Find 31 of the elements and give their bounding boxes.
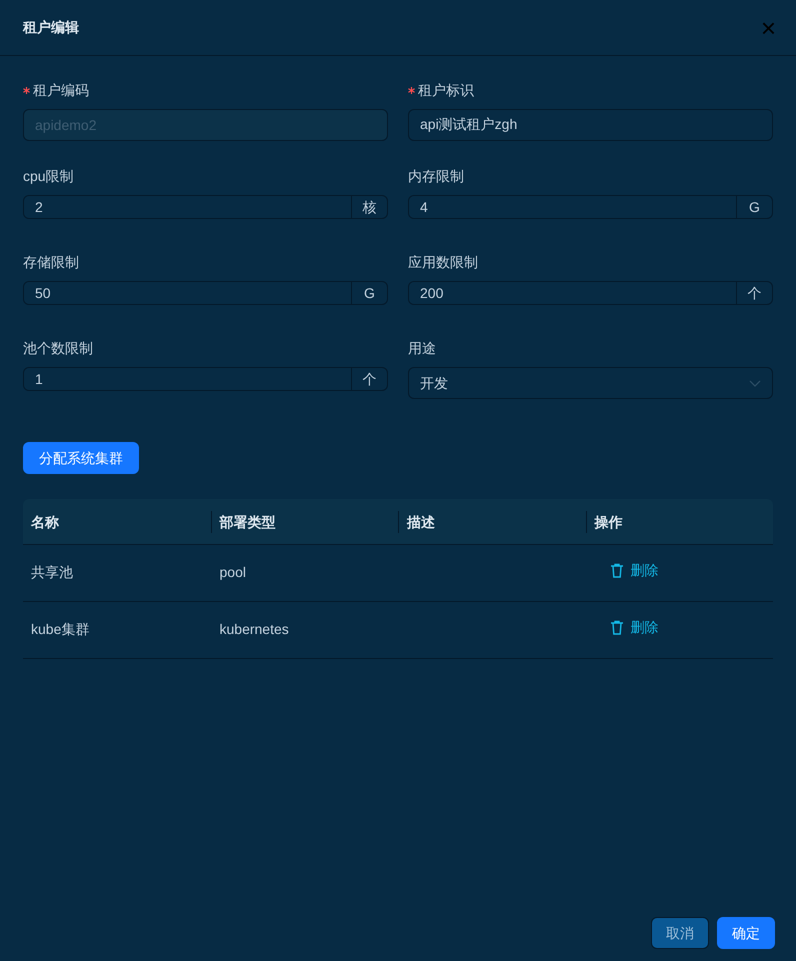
assign-cluster-button[interactable]: 分配系统集群 — [23, 442, 139, 474]
table-cell: kubernetes — [220, 621, 289, 637]
input-field[interactable]: 4 G — [408, 195, 773, 219]
delete-link[interactable]: 删除 — [610, 560, 658, 581]
column-header: 部署类型 — [220, 512, 276, 532]
input-field[interactable]: 50 G — [23, 281, 388, 305]
field-label: 应用数限制 — [408, 252, 478, 272]
column-header: 描述 — [407, 512, 435, 532]
column-header: 操作 — [594, 512, 622, 532]
dialog-title: 租户编辑 — [23, 18, 79, 37]
select-field[interactable]: 开发 — [408, 367, 773, 399]
table-cell: kube集群 — [31, 621, 90, 637]
field-label: 用途 — [408, 338, 436, 358]
input-field[interactable]: 2 核 — [23, 195, 388, 219]
trash-icon — [610, 563, 624, 578]
field-label: 内存限制 — [408, 166, 464, 186]
table-cell: pool — [220, 564, 246, 580]
input-field[interactable]: api测试租户zgh — [408, 109, 773, 141]
field-label: 租户标识 — [418, 80, 474, 100]
input-field[interactable]: 200 个 — [408, 281, 773, 305]
column-header: 名称 — [31, 512, 59, 532]
confirm-button[interactable]: 确定 — [717, 917, 775, 949]
table-cell: 共享池 — [31, 564, 73, 580]
cancel-button[interactable]: 取消 — [651, 917, 709, 949]
field-label: 存储限制 — [23, 252, 79, 272]
trash-icon — [610, 620, 624, 635]
field-label: cpu限制 — [23, 166, 74, 186]
delete-link[interactable]: 删除 — [610, 617, 658, 638]
input-field[interactable]: 1 个 — [23, 367, 388, 391]
field-label: 租户编码 — [33, 80, 89, 100]
field-label: 池个数限制 — [23, 338, 93, 358]
